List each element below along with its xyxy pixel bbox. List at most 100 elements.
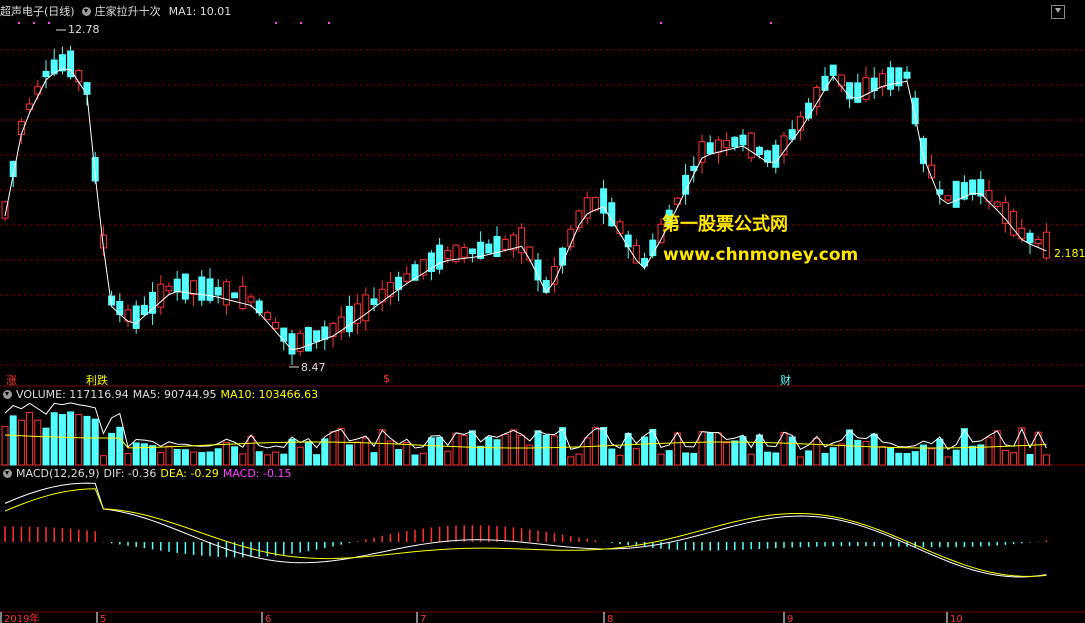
candle-body (952, 180, 960, 208)
volume-bar (944, 456, 952, 466)
candle-body (337, 316, 345, 333)
volume-bar (723, 442, 731, 466)
volume-bar (755, 434, 763, 466)
candle-body (362, 294, 370, 322)
x-axis-label: 6 (265, 614, 271, 623)
volume-bar (1026, 454, 1034, 466)
signal-dot (275, 22, 277, 24)
dropdown-icon[interactable] (3, 390, 12, 399)
volume-bar (452, 432, 460, 466)
candle-body (468, 248, 476, 255)
candle-body (288, 333, 296, 355)
volume-bar (304, 441, 312, 466)
volume-bar (1010, 452, 1018, 466)
volume-bar (714, 432, 722, 466)
volume-bar (673, 432, 681, 466)
volume-bar (206, 451, 214, 466)
volume-bar (969, 445, 977, 466)
volume-bar (829, 447, 837, 466)
volume-bar (608, 448, 616, 466)
volume-bar (731, 440, 739, 466)
volume-bar (157, 452, 165, 466)
volume-bar (181, 449, 189, 466)
volume-bar (370, 452, 378, 466)
candle-body (304, 327, 312, 352)
volume-bar (395, 449, 403, 466)
candle-body (624, 234, 632, 248)
candle-body (969, 179, 977, 196)
candle-body (370, 298, 378, 306)
candle-body (272, 321, 280, 329)
candle-body (247, 296, 255, 303)
event-marker-fall[interactable]: 利跌 (86, 372, 108, 388)
dropdown-icon[interactable] (3, 469, 12, 478)
event-marker-rise[interactable]: 涨 (6, 372, 17, 388)
volume-bar (903, 452, 911, 466)
signal-dot (770, 22, 772, 24)
candle-body (1001, 202, 1009, 224)
volume-bar (222, 441, 230, 466)
candle-body (132, 305, 140, 329)
volume-bar (772, 452, 780, 466)
candle-body (345, 305, 353, 333)
macd-value: MACD: -0.15 (222, 467, 292, 480)
volume-bar (567, 456, 575, 466)
volume-bar (247, 435, 255, 466)
volume-bar (313, 454, 321, 466)
candle-body (583, 197, 591, 219)
candle-body (919, 138, 927, 164)
volume-bar (198, 452, 206, 466)
volume-bar (887, 447, 895, 466)
volume-bar (83, 415, 91, 466)
volume-bar (928, 448, 936, 466)
volume-bar (386, 440, 394, 466)
volume-bar (895, 452, 903, 466)
watermark-title: 第一股票公式网 (662, 214, 788, 235)
volume-bar (231, 446, 239, 466)
candle-body (190, 280, 198, 295)
candle-body (181, 273, 189, 300)
volume-bar (468, 430, 476, 466)
volume-bar (870, 433, 878, 466)
volume-bar (796, 456, 804, 466)
volume-bar (411, 454, 419, 466)
candle-body (821, 75, 829, 91)
candle-body (731, 136, 739, 148)
volume-bar (255, 451, 263, 466)
candle-body (280, 327, 288, 342)
volume-bar (911, 451, 919, 466)
signal-dot (33, 22, 35, 24)
volume-bar (321, 438, 329, 466)
candle-body (829, 64, 837, 76)
volume-bar (706, 432, 714, 466)
candle-body (460, 247, 468, 258)
candle-body (444, 249, 452, 259)
volume-bar (477, 445, 485, 466)
candle-body (313, 330, 321, 342)
volume-bar (501, 433, 509, 466)
event-marker-finance[interactable]: 财 (780, 372, 791, 388)
macd-dea-line (4, 488, 1047, 577)
volume-bar (1, 426, 9, 466)
candle-body (993, 201, 1001, 207)
event-marker-dollar[interactable]: $ (383, 372, 390, 385)
volume-bar (805, 450, 813, 466)
candle-body (214, 287, 222, 296)
volume-bar (936, 438, 944, 466)
volume-bar (542, 434, 550, 466)
candle-body (608, 202, 616, 227)
signal-dot (48, 22, 50, 24)
volume-bar (296, 446, 304, 466)
x-axis-label: 9 (787, 614, 793, 623)
volume-bar (362, 437, 370, 466)
volume-bar (263, 454, 271, 466)
signal-dot (328, 22, 330, 24)
volume-bar (682, 452, 690, 466)
macd-panel-header: MACD(12,26,9) DIF: -0.36 DEA: -0.29 MACD: -… (0, 466, 295, 482)
volume-bar (788, 436, 796, 466)
candle-body (140, 304, 148, 316)
watermark-url: www.chnmoney.com (663, 245, 859, 265)
signal-dot (300, 22, 302, 24)
stock-chart[interactable]: 12.78 8.47 2.181 2019年 5 6 7 8 9 10 (0, 0, 1085, 623)
volume-bar (657, 453, 665, 466)
